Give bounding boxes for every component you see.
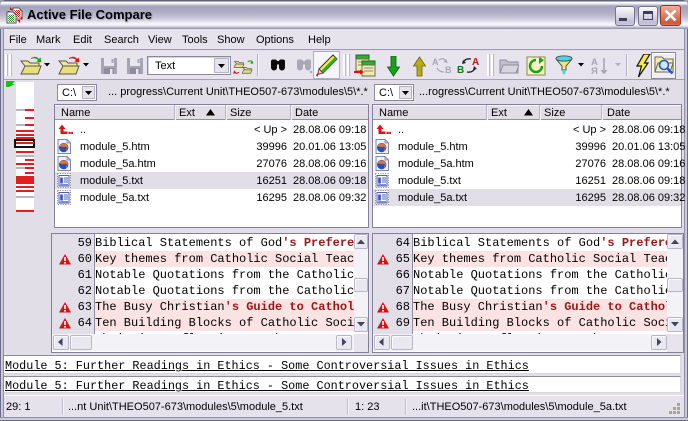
svg-text:B: B [445,65,452,75]
svg-text:A: A [432,57,439,67]
svg-text:B: B [457,65,464,76]
svg-text:A: A [472,57,479,68]
svg-text:Я: Я [591,66,598,75]
